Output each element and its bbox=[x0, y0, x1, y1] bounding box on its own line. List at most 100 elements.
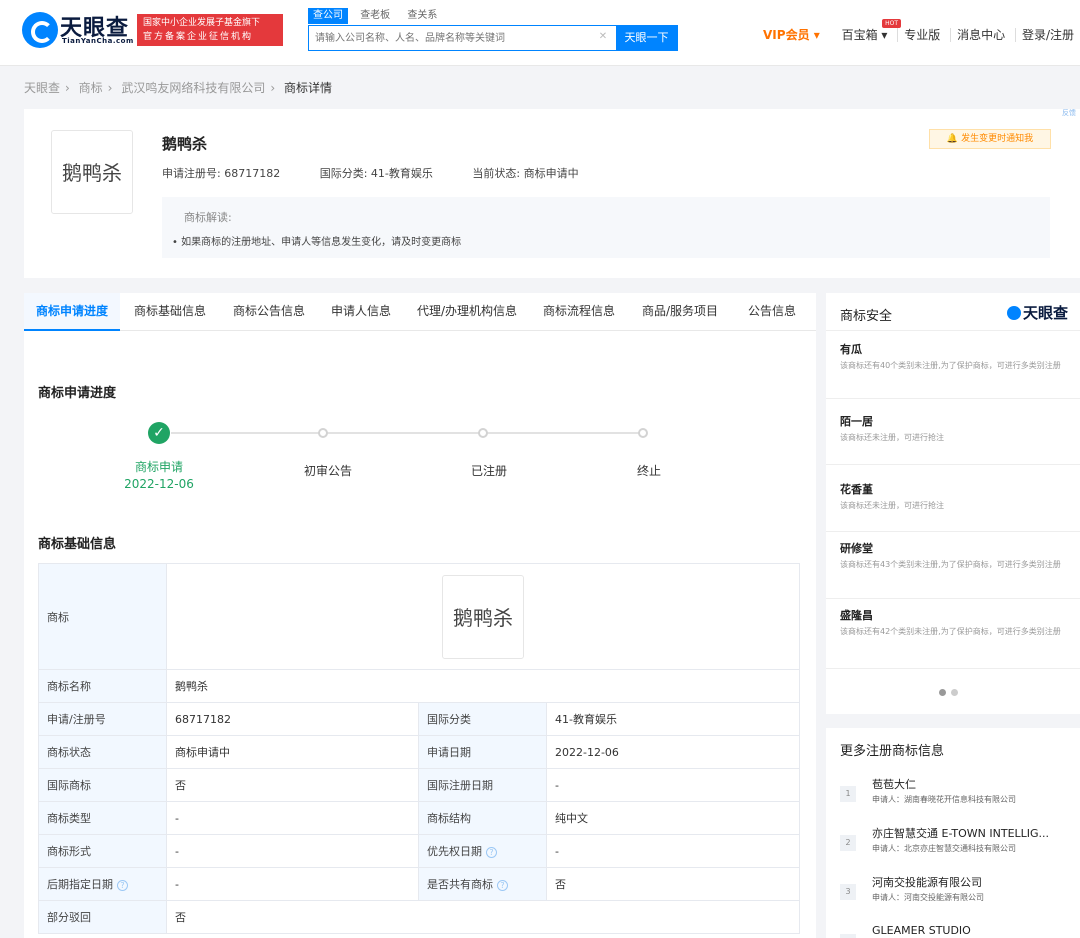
tab-application-progress[interactable]: 商标申请进度 bbox=[24, 293, 121, 331]
security-item-name: 盛隆昌 bbox=[840, 609, 873, 622]
check-icon: ✓ bbox=[148, 422, 170, 444]
nav-messages[interactable]: 消息中心 bbox=[950, 28, 1011, 42]
trademark-image[interactable]: 鹅鸭杀 bbox=[442, 574, 524, 659]
clear-icon[interactable]: ✕ bbox=[597, 31, 609, 43]
table-row: 后期指定日期? - 是否共有商标? 否 bbox=[38, 867, 800, 901]
later-label-cell: 后期指定日期? bbox=[38, 867, 167, 901]
carousel-dots bbox=[939, 685, 963, 699]
step-label-2: 初审公告 bbox=[303, 464, 352, 478]
tab-goods-services[interactable]: 商品/服务项目 bbox=[642, 293, 718, 331]
search-tab-boss[interactable]: 查老板 bbox=[355, 8, 395, 24]
form-value: - bbox=[166, 834, 419, 868]
carousel-dot-2[interactable] bbox=[951, 689, 958, 696]
intcls-label: 国际分类 bbox=[418, 702, 547, 736]
nav-login[interactable]: 登录/注册 bbox=[1014, 28, 1080, 42]
table-row: 商标名称 鹅鸭杀 bbox=[38, 669, 800, 703]
security-item-desc: 该商标还未注册，可进行抢注 bbox=[840, 433, 944, 442]
logo-subtitle: TianYanCha.com bbox=[62, 37, 134, 45]
security-item-desc: 该商标还有42个类别未注册,为了保护商标，可进行多类别注册 bbox=[840, 627, 1061, 636]
security-item-name: 研修堂 bbox=[840, 542, 873, 555]
bell-icon: 🔔 bbox=[946, 134, 959, 144]
tab-basic-info[interactable]: 商标基础信息 bbox=[134, 293, 206, 331]
regno-value: 68717182 bbox=[166, 702, 419, 736]
more-item-name: 河南交投能源有限公司 bbox=[872, 876, 982, 889]
search-button[interactable]: 天眼一下 bbox=[616, 26, 677, 50]
feedback-corner[interactable]: 反馈 bbox=[1058, 109, 1080, 131]
interpretation-text: • 如果商标的注册地址、申请人等信息发生变化，请及时变更商标 bbox=[172, 237, 462, 248]
help-icon[interactable]: ? bbox=[497, 880, 508, 891]
step-dot-2 bbox=[318, 428, 328, 438]
search-tab-relation[interactable]: 查关系 bbox=[402, 8, 442, 24]
rank-number: 3 bbox=[840, 884, 856, 900]
security-item-name: 陌一居 bbox=[840, 415, 873, 428]
intl-value: 否 bbox=[166, 768, 419, 802]
more-item-applicant: 申请人：北京亦庄智慧交通科技有限公司 bbox=[872, 844, 1016, 853]
carousel-dot-1[interactable] bbox=[939, 689, 946, 696]
logo-icon bbox=[22, 12, 58, 48]
step-dot-4 bbox=[638, 428, 648, 438]
badge-line-2: 官方备案企业征信机构 bbox=[143, 32, 254, 42]
nav-pro[interactable]: 专业版 bbox=[897, 28, 946, 42]
help-icon[interactable]: ? bbox=[486, 847, 497, 858]
shared-label: 是否共有商标 bbox=[427, 878, 493, 891]
nav-toolbox[interactable]: 百宝箱 ▾ bbox=[836, 28, 894, 42]
trademark-header-card: 鹅鸭杀 鹅鸭杀 申请注册号: 68717182 国际分类: 41-教育娱乐 当前… bbox=[24, 109, 1080, 278]
later-value: - bbox=[166, 867, 419, 901]
more-trademarks-card: 更多注册商标信息 1 苞苞大仁 申请人：湖南春晓花开信息科技有限公司 2 亦庄智… bbox=[826, 728, 1080, 938]
breadcrumb-home[interactable]: 天眼查 bbox=[24, 81, 60, 95]
breadcrumb-company[interactable]: 武汉鸣友网络科技有限公司 bbox=[121, 81, 265, 95]
intlreg-value: - bbox=[546, 768, 800, 802]
trademark-meta: 申请注册号: 68717182 国际分类: 41-教育娱乐 当前状态: 商标申请… bbox=[162, 165, 615, 181]
hot-badge: HOT bbox=[882, 19, 901, 28]
type-label: 商标类型 bbox=[38, 801, 167, 835]
trademark-interpretation: 商标解读: • 如果商标的注册地址、申请人等信息发生变化，请及时变更商标 bbox=[162, 197, 1050, 258]
tab-announcement-info[interactable]: 商标公告信息 bbox=[233, 293, 305, 331]
security-item[interactable]: 花香堇 该商标还未注册，可进行抢注 bbox=[826, 465, 1080, 532]
more-item-name: 苞苞大仁 bbox=[872, 778, 916, 791]
security-item-name: 花香堇 bbox=[840, 483, 873, 496]
struct-label: 商标结构 bbox=[418, 801, 547, 835]
tab-process-info[interactable]: 商标流程信息 bbox=[543, 293, 615, 331]
partial-label: 部分驳回 bbox=[38, 900, 167, 934]
security-item[interactable]: 研修堂 该商标还有43个类别未注册,为了保护商标，可进行多类别注册 bbox=[826, 532, 1080, 599]
interpretation-title: 商标解读: bbox=[184, 211, 232, 224]
help-icon[interactable]: ? bbox=[117, 880, 128, 891]
security-header: 商标安全 天眼查 bbox=[826, 293, 1080, 331]
current-status: 当前状态: 商标申请中 bbox=[472, 167, 579, 180]
search-tab-company[interactable]: 查公司 bbox=[308, 8, 348, 24]
security-item[interactable]: 陌一居 该商标还未注册，可进行抢注 bbox=[826, 399, 1080, 465]
status-label: 商标状态 bbox=[38, 735, 167, 769]
tab-agency-info[interactable]: 代理/办理机构信息 bbox=[417, 293, 517, 331]
more-item-applicant: 申请人：河南交投能源有限公司 bbox=[872, 893, 984, 902]
prio-value: - bbox=[546, 834, 800, 868]
tm-label: 商标 bbox=[38, 563, 167, 670]
security-item[interactable]: 盛隆昌 该商标还有42个类别未注册,为了保护商标，可进行多类别注册 bbox=[826, 599, 1080, 669]
trademark-logo: 鹅鸭杀 bbox=[51, 130, 133, 214]
rank-number: 2 bbox=[840, 835, 856, 851]
struct-value: 纯中文 bbox=[546, 801, 800, 835]
top-nav: VIP会员 ▾ 百宝箱 ▾ 专业版 消息中心 登录/注册 bbox=[757, 28, 1080, 48]
international-class: 国际分类: 41-教育娱乐 bbox=[319, 167, 433, 180]
tab-applicant-info[interactable]: 申请人信息 bbox=[331, 293, 391, 331]
prio-label-cell: 优先权日期? bbox=[418, 834, 547, 868]
timeline-line bbox=[171, 432, 642, 434]
rank-number: 1 bbox=[840, 786, 856, 802]
type-value: - bbox=[166, 801, 419, 835]
basic-info-title: 商标基础信息 bbox=[38, 537, 117, 552]
vip-link[interactable]: VIP会员 ▾ bbox=[757, 28, 826, 42]
tab-notices[interactable]: 公告信息 bbox=[748, 293, 796, 331]
progress-title: 商标申请进度 bbox=[38, 386, 117, 401]
breadcrumb-trademark[interactable]: 商标 bbox=[79, 81, 103, 95]
tianyancha-logo[interactable]: 天眼查 TianYanCha.com bbox=[22, 10, 134, 50]
tm-image-cell: 鹅鸭杀 bbox=[166, 563, 800, 670]
notify-change-button[interactable]: 🔔 发生变更时通知我 bbox=[929, 129, 1051, 149]
more-item-name: 亦庄智慧交通 E-TOWN INTELLIG... bbox=[872, 827, 1050, 840]
search-input[interactable] bbox=[309, 26, 614, 50]
security-item[interactable]: 有瓜 该商标还有40个类别未注册,为了保护商标，可进行多类别注册 bbox=[826, 333, 1080, 399]
step-label-4: 终止 bbox=[636, 464, 661, 478]
registration-number: 申请注册号: 68717182 bbox=[162, 167, 281, 180]
basic-info-table: 商标 鹅鸭杀 商标名称 鹅鸭杀 申请/注册号 68717182 国际分类 41-… bbox=[38, 563, 800, 934]
table-row: 商标 鹅鸭杀 bbox=[38, 563, 800, 670]
notify-label: 发生变更时通知我 bbox=[961, 134, 1034, 144]
security-item-desc: 该商标还未注册，可进行抢注 bbox=[840, 501, 944, 510]
